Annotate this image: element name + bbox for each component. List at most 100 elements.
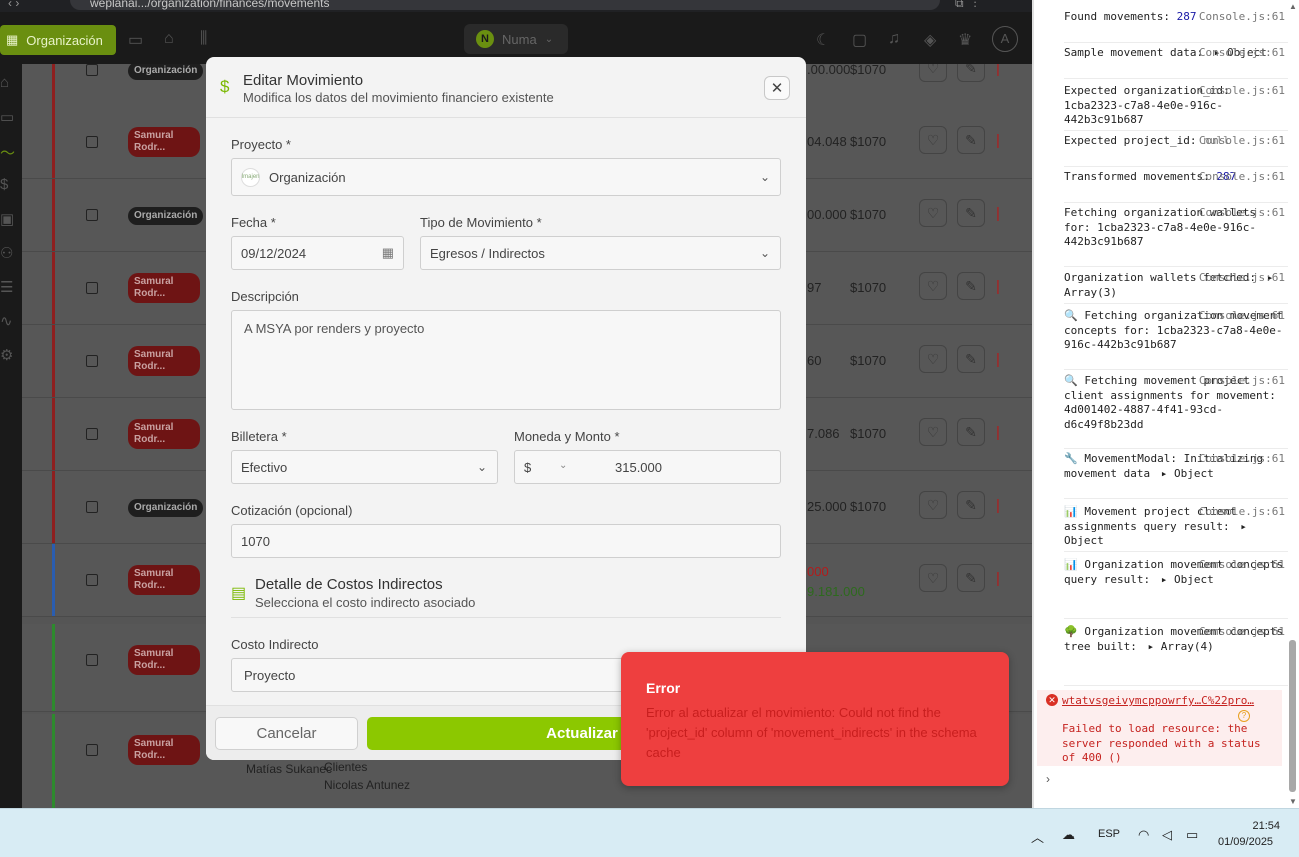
heart-icon[interactable]: ♡ <box>919 126 947 154</box>
home-icon[interactable]: ⌂ <box>0 74 9 91</box>
edit-icon[interactable]: ✎ <box>957 199 985 227</box>
nav-arrows[interactable]: ‹ › <box>8 0 19 10</box>
row-checkbox[interactable] <box>86 744 98 756</box>
browser-toolbar-icons[interactable]: ⧉⋮ <box>955 0 987 11</box>
heart-icon[interactable]: ♡ <box>919 564 947 592</box>
clock-time[interactable]: 21:54 <box>1222 820 1280 832</box>
log-source-link[interactable]: Console.js:61 <box>1199 134 1285 149</box>
row-checkbox[interactable] <box>86 574 98 586</box>
delete-icon[interactable]: | <box>996 132 1000 149</box>
log-source-link[interactable]: Console.js:61 <box>1199 625 1285 640</box>
log-source-link[interactable]: Console.js:61 <box>1199 206 1285 221</box>
edit-icon[interactable]: ✎ <box>957 491 985 519</box>
wallet-select[interactable]: Efectivo ⌄ <box>231 450 498 484</box>
heart-icon[interactable]: ♡ <box>919 345 947 373</box>
log-object-toggle[interactable]: ▸ Object <box>1157 573 1214 586</box>
log-source-link[interactable]: Console.js:61 <box>1199 558 1285 573</box>
scroll-up-icon[interactable]: ▲ <box>1289 2 1297 11</box>
edit-icon[interactable]: ✎ <box>957 564 985 592</box>
database-icon[interactable]: ☰ <box>0 278 13 296</box>
contacts-icon[interactable]: ▣ <box>0 210 14 228</box>
row-checkbox[interactable] <box>86 209 98 221</box>
row-checkbox[interactable] <box>86 654 98 666</box>
log-object-toggle[interactable]: ▸ Array(4) <box>1143 640 1213 653</box>
edit-icon[interactable]: ✎ <box>957 126 985 154</box>
date-input[interactable]: 09/12/2024 ▦ <box>231 236 404 270</box>
console-scrollbar[interactable] <box>1289 640 1296 792</box>
users-icon[interactable]: ⚇ <box>0 244 13 262</box>
delete-icon[interactable]: | <box>996 424 1000 441</box>
rate-input[interactable]: 1070 <box>231 524 781 558</box>
delete-icon[interactable]: | <box>996 64 1000 77</box>
heart-icon[interactable]: ♡ <box>919 64 947 82</box>
log-object-toggle[interactable]: ▸ Object <box>1157 467 1214 480</box>
log-source-link[interactable]: Console.js:61 <box>1199 452 1285 467</box>
expand-triangle-icon[interactable]: ▸ <box>1161 573 1174 586</box>
movement-type-select[interactable]: Egresos / Indirectos ⌄ <box>420 236 781 270</box>
heart-icon[interactable]: ♡ <box>919 491 947 519</box>
row-checkbox[interactable] <box>86 501 98 513</box>
currency-select[interactable]: $ <box>524 460 531 475</box>
ai-explain-icon[interactable]: ? <box>1238 710 1250 722</box>
settings-icon[interactable]: ⚙ <box>0 346 13 364</box>
folder-icon[interactable]: ▭ <box>128 30 143 50</box>
battery-icon[interactable]: ▭ <box>1186 827 1198 843</box>
heart-icon[interactable]: ♡ <box>919 272 947 300</box>
row-checkbox[interactable] <box>86 428 98 440</box>
delete-icon[interactable]: | <box>996 570 1000 587</box>
profile-avatar[interactable]: A <box>992 26 1018 52</box>
user-selector[interactable]: N Numa ⌄ <box>464 24 568 54</box>
cancel-button[interactable]: Cancelar <box>215 717 358 750</box>
layout-icon[interactable]: ▢ <box>852 30 867 50</box>
activity-icon[interactable]: ∿ <box>0 312 13 330</box>
heart-icon[interactable]: ♡ <box>919 199 947 227</box>
calendar-icon[interactable]: ▦ <box>382 245 394 261</box>
row-checkbox[interactable] <box>86 64 98 76</box>
row-checkbox[interactable] <box>86 355 98 367</box>
edit-icon[interactable]: ✎ <box>957 345 985 373</box>
crown-icon[interactable]: ♛ <box>958 30 972 50</box>
error-resource-link[interactable]: wtatvsgeivymcppowrfy…C%22pro… <box>1062 694 1254 707</box>
log-source-link[interactable]: Console.js:61 <box>1199 46 1285 61</box>
amount-input[interactable]: 315.000 <box>615 460 662 475</box>
log-source-link[interactable]: Console.js:61 <box>1199 271 1285 286</box>
delete-icon[interactable]: | <box>996 278 1000 295</box>
speaker-icon[interactable]: ◁ <box>1162 827 1172 843</box>
log-source-link[interactable]: Console.js:61 <box>1199 10 1285 25</box>
cube-icon[interactable]: ◈ <box>924 30 936 50</box>
moon-icon[interactable]: ☾ <box>816 30 830 50</box>
description-textarea[interactable]: A MSYA por renders y proyecto <box>231 310 781 410</box>
language-indicator[interactable]: ESP <box>1098 828 1120 840</box>
cloud-icon[interactable]: ☁ <box>1062 827 1075 843</box>
console-prompt[interactable]: › <box>1046 772 1050 786</box>
delete-icon[interactable]: | <box>996 351 1000 368</box>
log-source-link[interactable]: Console.js:61 <box>1199 374 1285 389</box>
wifi-icon[interactable]: ◠ <box>1138 827 1149 843</box>
scroll-down-icon[interactable]: ▼ <box>1289 797 1297 806</box>
project-select[interactable]: Imajen Organización ⌄ <box>231 158 781 196</box>
building-icon[interactable]: ⌂ <box>164 30 174 48</box>
log-source-link[interactable]: Console.js:61 <box>1199 309 1285 324</box>
delete-icon[interactable]: | <box>996 497 1000 514</box>
log-source-link[interactable]: Console.js:61 <box>1199 84 1285 99</box>
edit-icon[interactable]: ✎ <box>957 64 985 82</box>
log-source-link[interactable]: Console.js:61 <box>1199 170 1285 185</box>
expand-triangle-icon[interactable]: ▸ <box>1240 520 1247 533</box>
organization-selector[interactable]: ▦ Organización <box>0 25 116 55</box>
address-bar[interactable]: weplanai.../organization/finances/moveme… <box>70 0 940 10</box>
trending-icon[interactable]: 〜 <box>0 142 15 163</box>
chevron-up-icon[interactable]: ︿ <box>1031 827 1044 846</box>
delete-icon[interactable]: | <box>996 205 1000 222</box>
library-icon[interactable]: ⫼ <box>200 30 207 48</box>
log-source-link[interactable]: Console.js:61 <box>1199 505 1285 520</box>
close-button[interactable]: ✕ <box>764 76 790 100</box>
folder-nav-icon[interactable]: ▭ <box>0 108 14 126</box>
edit-icon[interactable]: ✎ <box>957 272 985 300</box>
dollar-nav-icon[interactable]: $ <box>0 176 8 193</box>
heart-icon[interactable]: ♡ <box>919 418 947 446</box>
row-checkbox[interactable] <box>86 136 98 148</box>
expand-triangle-icon[interactable]: ▸ <box>1147 640 1160 653</box>
expand-triangle-icon[interactable]: ▸ <box>1161 467 1174 480</box>
bell-icon[interactable]: ♫ <box>888 30 900 48</box>
row-checkbox[interactable] <box>86 282 98 294</box>
